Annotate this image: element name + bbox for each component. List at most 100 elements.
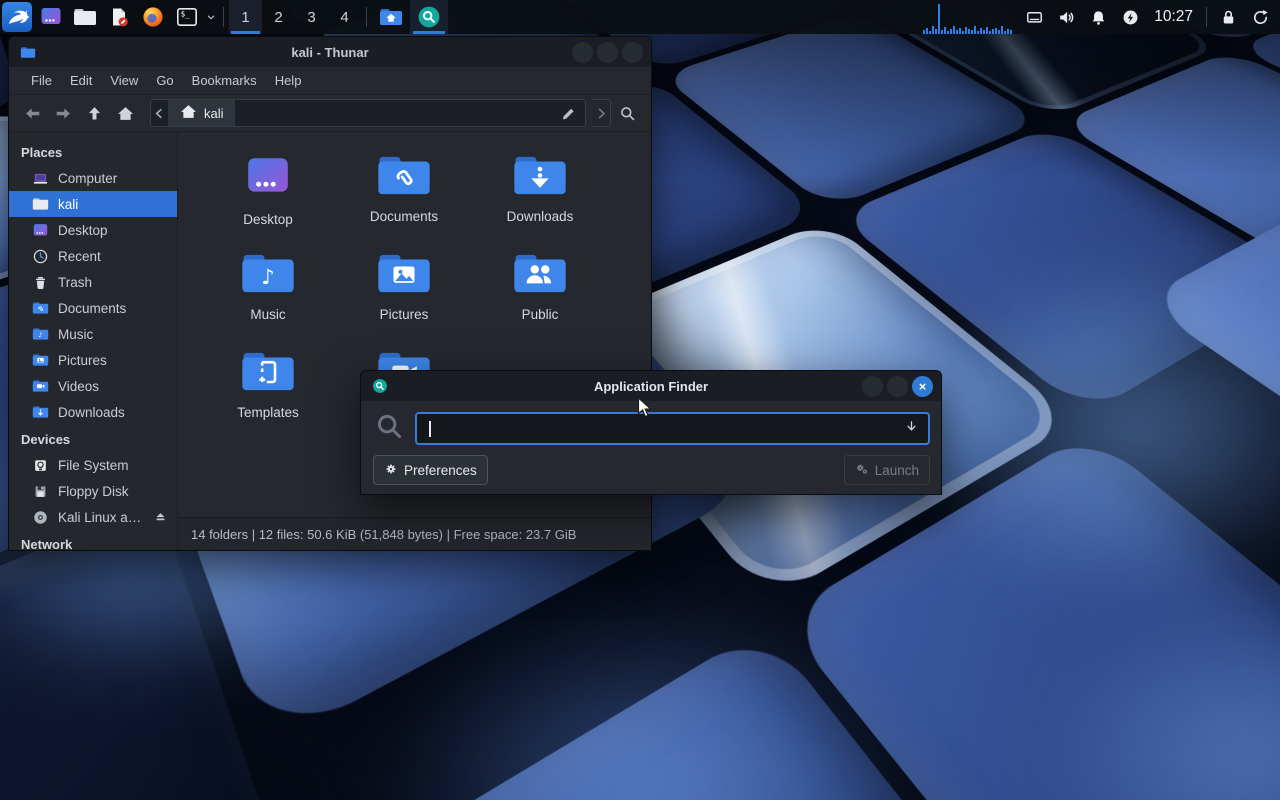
maximize-button[interactable]: [887, 376, 908, 397]
menu-go[interactable]: Go: [147, 67, 182, 94]
svg-text:♪: ♪: [38, 332, 42, 339]
sidebar-item-music[interactable]: ♪Music: [9, 321, 177, 347]
launcher-kali-menu[interactable]: [2, 2, 32, 32]
file-item-documents[interactable]: Documents: [348, 144, 460, 224]
logout-icon[interactable]: [1244, 0, 1276, 34]
appfinder-search-input[interactable]: [415, 412, 930, 445]
workspace-button-4[interactable]: 4: [328, 0, 361, 34]
launch-label: Launch: [875, 463, 919, 478]
cpu-graph-widget[interactable]: [920, 0, 1018, 34]
preferences-button[interactable]: Preferences: [373, 455, 488, 485]
menu-help[interactable]: Help: [266, 67, 311, 94]
sidebar-header-network: Network: [9, 530, 177, 550]
home-button[interactable]: [111, 100, 140, 127]
task-button-appfinder-task[interactable]: [410, 0, 448, 34]
sidebar-item-documents[interactable]: Documents: [9, 295, 177, 321]
breadcrumb-kali[interactable]: kali: [168, 100, 235, 126]
sidebar-item-downloads[interactable]: Downloads: [9, 399, 177, 425]
file-item-public[interactable]: Public: [484, 242, 596, 322]
sidebar-desktop-purple-icon: [32, 222, 49, 239]
menu-edit[interactable]: Edit: [61, 67, 101, 94]
sidebar-item-floppy-disk[interactable]: Floppy Disk: [9, 478, 177, 504]
forward-button[interactable]: [49, 100, 78, 127]
menu-bookmarks[interactable]: Bookmarks: [183, 67, 266, 94]
sidebar-item-label: Computer: [58, 171, 117, 186]
back-button[interactable]: [18, 100, 47, 127]
sidebar-item-kali-linux-a-[interactable]: Kali Linux a…: [9, 504, 177, 530]
maximize-button[interactable]: [597, 42, 618, 63]
file-item-desktop[interactable]: Desktop: [212, 144, 324, 227]
launcher-terminal[interactable]: $_: [172, 2, 202, 32]
workspace-switcher: 1234: [229, 0, 361, 34]
sidebar-item-label: Pictures: [58, 353, 107, 368]
notifications-bell-icon[interactable]: [1082, 0, 1114, 34]
cpu-graph-bar: [962, 31, 964, 34]
gears-icon: [855, 462, 869, 479]
panel-launchers: $_: [0, 0, 218, 34]
sidebar-optical-icon: [32, 509, 49, 526]
volume-icon[interactable]: [1050, 0, 1082, 34]
sidebar-item-kali[interactable]: kali: [9, 191, 177, 217]
sidebar-item-recent[interactable]: Recent: [9, 243, 177, 269]
file-item-label: Documents: [370, 209, 438, 224]
display-icon[interactable]: [1018, 0, 1050, 34]
sidebar-item-trash[interactable]: Trash: [9, 269, 177, 295]
menu-file[interactable]: File: [22, 67, 61, 94]
sidebar-item-label: Documents: [58, 301, 126, 316]
cpu-graph-bar: [965, 27, 967, 34]
up-button[interactable]: [80, 100, 109, 127]
cpu-graph-bar: [959, 28, 961, 34]
path-bar[interactable]: kali: [150, 99, 586, 127]
sidebar-item-videos[interactable]: Videos: [9, 373, 177, 399]
file-item-music[interactable]: ♪Music: [212, 242, 324, 322]
clock[interactable]: 10:27: [1146, 8, 1201, 26]
workspace-button-3[interactable]: 3: [295, 0, 328, 34]
path-edit-pencil-icon[interactable]: [559, 104, 585, 123]
cpu-graph-bar: [950, 29, 952, 34]
cpu-graph-bar: [938, 4, 940, 34]
sidebar-item-desktop[interactable]: Desktop: [9, 217, 177, 243]
cpu-graph-bar: [923, 30, 925, 34]
search-button[interactable]: [613, 100, 642, 127]
sidebar-item-label: Videos: [58, 379, 99, 394]
sidebar-item-file-system[interactable]: File System: [9, 452, 177, 478]
appfinder-titlebar[interactable]: Application Finder ×: [361, 371, 941, 401]
sidebar-item-computer[interactable]: Computer: [9, 165, 177, 191]
sidebar-folder-documents-icon: [32, 301, 49, 315]
eject-icon[interactable]: [153, 509, 168, 527]
sidebar-item-label: Trash: [58, 275, 92, 290]
path-scroll-right-icon[interactable]: [592, 99, 611, 127]
thunar-titlebar[interactable]: kali - Thunar: [9, 37, 651, 67]
menu-view[interactable]: View: [101, 67, 147, 94]
sidebar-item-pictures[interactable]: Pictures: [9, 347, 177, 373]
close-button[interactable]: ×: [912, 376, 933, 397]
file-item-pictures[interactable]: Pictures: [348, 242, 460, 322]
sidebar-item-label: kali: [58, 197, 78, 212]
launcher-text-editor[interactable]: [104, 2, 134, 32]
task-button-thunar-task[interactable]: [372, 0, 410, 34]
lock-screen-icon[interactable]: [1212, 0, 1244, 34]
minimize-button[interactable]: [572, 42, 593, 63]
file-item-templates[interactable]: Templates: [212, 340, 324, 420]
minimize-button[interactable]: [862, 376, 883, 397]
launcher-file-manager[interactable]: [70, 2, 100, 32]
workspace-button-2[interactable]: 2: [262, 0, 295, 34]
close-button[interactable]: [622, 42, 643, 63]
sidebar-folder-music-icon: ♪: [32, 327, 49, 341]
cpu-graph-bar: [980, 28, 982, 34]
launch-button[interactable]: Launch: [844, 455, 930, 485]
launcher-desktop-app[interactable]: [36, 2, 66, 32]
sidebar-floppy-icon: [32, 483, 49, 500]
cpu-graph-bar: [1007, 29, 1009, 34]
power-manager-icon[interactable]: [1114, 0, 1146, 34]
path-scroll-left-icon[interactable]: [151, 100, 168, 126]
launcher-terminal-dropdown[interactable]: [204, 2, 218, 32]
entry-dropdown-arrow-icon[interactable]: [904, 419, 919, 439]
launcher-firefox[interactable]: [138, 2, 168, 32]
workspace-button-1[interactable]: 1: [229, 0, 262, 34]
cpu-graph-bar: [947, 31, 949, 34]
file-item-label: Templates: [237, 405, 299, 420]
gear-icon: [384, 462, 398, 479]
panel-separator: [1206, 7, 1207, 27]
file-item-downloads[interactable]: Downloads: [484, 144, 596, 224]
